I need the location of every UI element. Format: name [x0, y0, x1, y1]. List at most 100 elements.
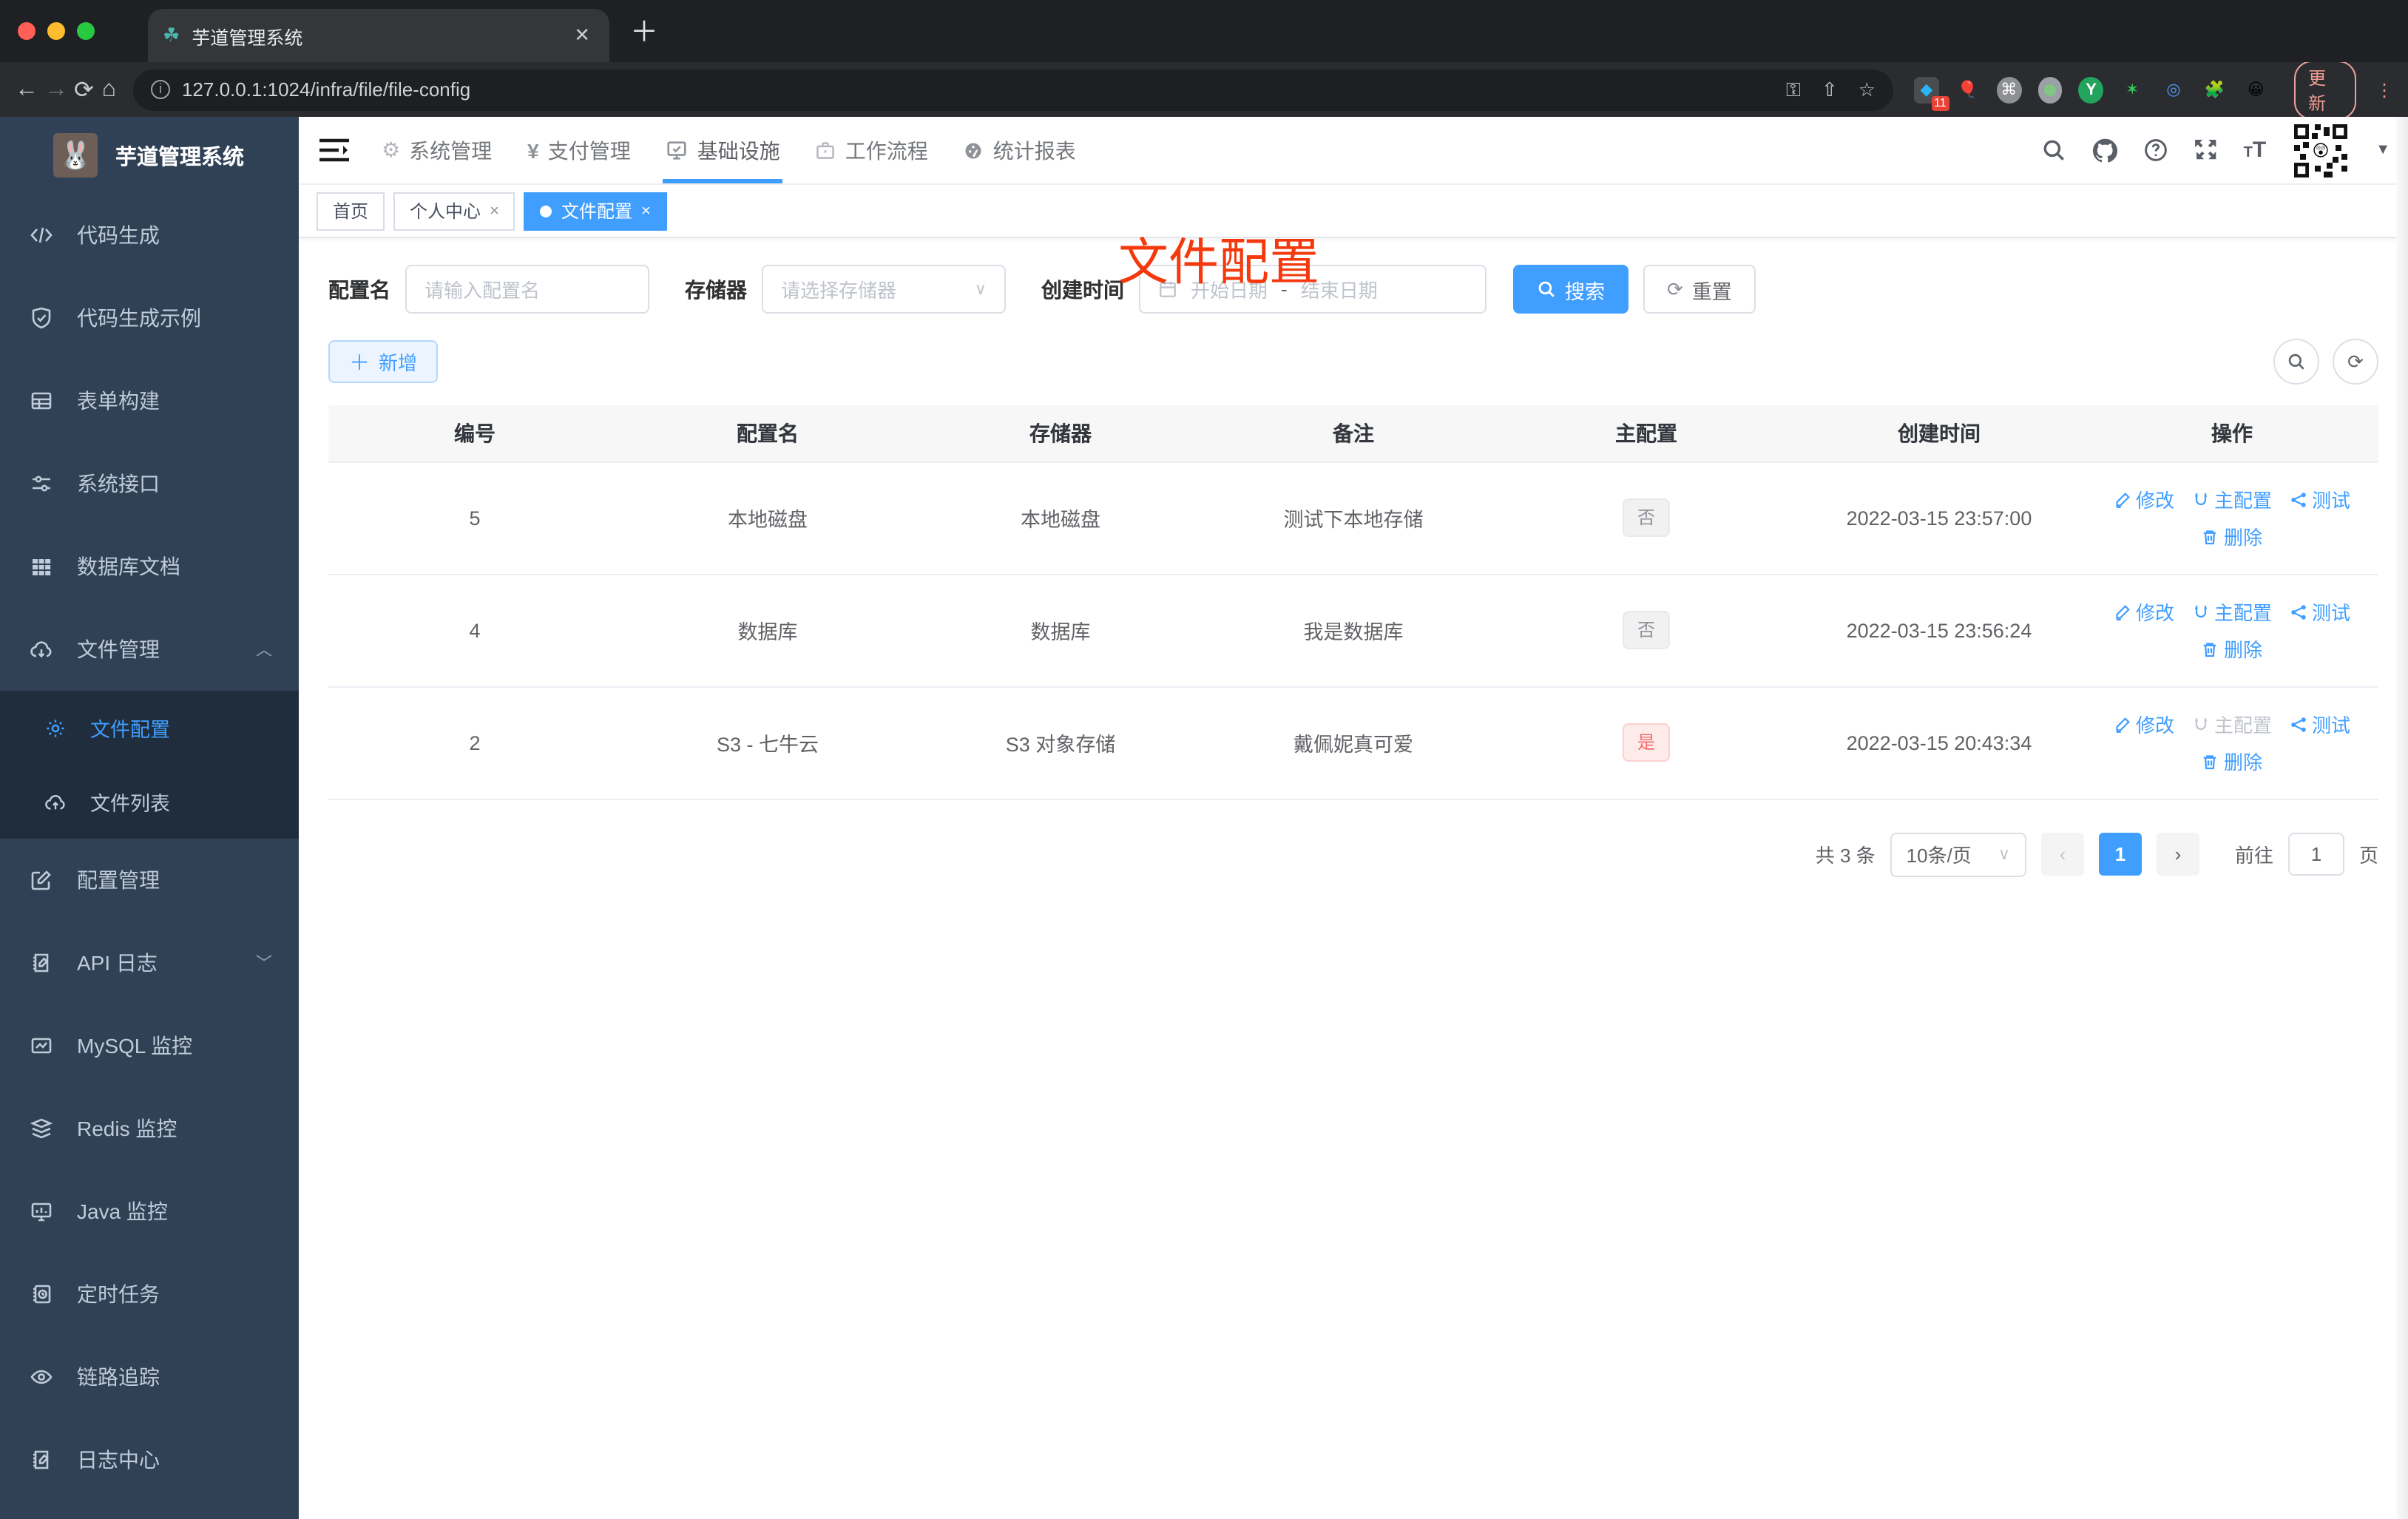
- sidebar-item-api-log[interactable]: API 日志 ﹀: [0, 921, 299, 1004]
- sidebar-item-log-center[interactable]: 日志中心: [0, 1418, 299, 1501]
- forward-icon[interactable]: →: [44, 76, 68, 103]
- reload-icon[interactable]: ⟳: [74, 75, 94, 104]
- nav-item-payment[interactable]: ¥ 支付管理: [510, 117, 649, 183]
- test-action[interactable]: 测试: [2290, 710, 2350, 738]
- sidebar-item-form-builder[interactable]: 表单构建: [0, 359, 299, 442]
- tag-close-icon[interactable]: ×: [641, 202, 651, 220]
- site-info-icon[interactable]: i: [150, 80, 170, 99]
- search-button[interactable]: 搜索: [1513, 265, 1629, 314]
- sidebar-item-code-gen[interactable]: 代码生成: [0, 194, 299, 277]
- tab-close-icon[interactable]: ✕: [569, 24, 595, 47]
- tag-file-config[interactable]: 文件配置 ×: [524, 192, 667, 230]
- reset-button[interactable]: ⟳ 重置: [1643, 265, 1756, 314]
- sidebar-item-java-monitor[interactable]: Java 监控: [0, 1170, 299, 1253]
- puzzle-extensions-icon[interactable]: 🧩: [2202, 76, 2228, 103]
- nav-item-workflow[interactable]: 工作流程: [798, 117, 946, 183]
- collapse-sidebar-icon[interactable]: [319, 138, 349, 163]
- fullscreen-icon[interactable]: [2194, 138, 2219, 163]
- goto-page-input[interactable]: 1: [2287, 833, 2344, 876]
- chart-box-icon: [31, 1038, 52, 1054]
- minimize-window-button[interactable]: [47, 22, 65, 40]
- browser-tab[interactable]: ☘ 芋道管理系统 ✕: [148, 9, 609, 62]
- edit-icon: [2116, 604, 2130, 620]
- page-number-1[interactable]: 1: [2098, 833, 2142, 876]
- bookmark-star-icon[interactable]: ☆: [1859, 78, 1876, 101]
- edit-action[interactable]: 修改: [2114, 710, 2174, 738]
- search-icon[interactable]: [2041, 138, 2066, 163]
- font-size-icon[interactable]: TT: [2244, 138, 2267, 163]
- nav-item-system[interactable]: ⚙ 系统管理: [364, 117, 510, 183]
- tag-profile[interactable]: 个人中心 ×: [393, 192, 515, 230]
- share-icon[interactable]: ⇧: [1822, 78, 1838, 101]
- sidebar-item-scheduled-tasks[interactable]: 定时任务: [0, 1253, 299, 1336]
- avatar[interactable]: 😲: [2291, 121, 2351, 180]
- sidebar-item-redis-monitor[interactable]: Redis 监控: [0, 1087, 299, 1170]
- storage-select[interactable]: 请选择存储器 ∨: [762, 265, 1006, 314]
- password-key-icon[interactable]: ⚿: [1786, 78, 1801, 101]
- sidebar-item-code-gen-demo[interactable]: 代码生成示例: [0, 277, 299, 359]
- sidebar-item-file-config[interactable]: 文件配置: [0, 691, 299, 765]
- extension-icon[interactable]: ✶: [2120, 76, 2145, 103]
- edit-action[interactable]: 修改: [2114, 485, 2174, 513]
- toggle-search-button[interactable]: [2273, 339, 2319, 385]
- prev-page-button[interactable]: ‹: [2040, 833, 2084, 876]
- zoom-window-button[interactable]: [77, 22, 95, 40]
- next-page-button[interactable]: ›: [2156, 833, 2199, 876]
- back-icon[interactable]: ←: [15, 76, 38, 103]
- github-icon[interactable]: [2091, 137, 2118, 163]
- date-range-picker[interactable]: 开始日期 - 结束日期: [1139, 265, 1487, 314]
- extension-icon[interactable]: ◆ 11: [1913, 76, 1949, 110]
- profile-avatar-icon[interactable]: 😀: [2243, 76, 2268, 103]
- close-window-button[interactable]: [18, 22, 35, 40]
- cell-remark: 测试下本地存储: [1207, 461, 1500, 575]
- new-tab-button[interactable]: ＋: [630, 10, 658, 50]
- refresh-table-button[interactable]: ⟳: [2333, 339, 2378, 385]
- master-config-action[interactable]: 主配置: [2192, 598, 2272, 626]
- sidebar-item-file-management[interactable]: 文件管理 ︿: [0, 608, 299, 691]
- table-header-row: 编号 配置名 存储器 备注 主配置 创建时间 操作: [328, 405, 2378, 462]
- grid-table-icon: [33, 559, 51, 575]
- scrollbar-track[interactable]: [2396, 117, 2408, 1519]
- app-logo[interactable]: 🐰 芋道管理系统: [0, 117, 299, 194]
- master-config-action[interactable]: 主配置: [2192, 485, 2272, 513]
- layers-icon: [30, 1118, 53, 1139]
- extension-icon[interactable]: ⌘: [1996, 76, 2022, 103]
- page-size-select[interactable]: 10条/页 ∨: [1890, 832, 2026, 876]
- sidebar-item-mysql-monitor[interactable]: MySQL 监控: [0, 1004, 299, 1087]
- traffic-lights[interactable]: [18, 0, 95, 62]
- browser-menu-icon[interactable]: ⋮: [2375, 79, 2393, 100]
- extension-icon[interactable]: 🎈: [1955, 76, 1981, 103]
- test-action[interactable]: 测试: [2290, 485, 2350, 513]
- tag-label: 首页: [333, 201, 369, 222]
- tag-close-icon[interactable]: ×: [490, 202, 499, 220]
- extension-icon[interactable]: [2037, 76, 2063, 103]
- url-text[interactable]: 127.0.0.1:1024/infra/file/file-config: [182, 78, 1774, 101]
- chevron-down-icon: ∨: [1998, 846, 2010, 864]
- add-button[interactable]: ＋ 新增: [328, 340, 439, 383]
- sidebar-item-tracing[interactable]: 链路追踪: [0, 1336, 299, 1418]
- nav-item-reports[interactable]: 统计报表: [946, 117, 1094, 183]
- address-bar[interactable]: i 127.0.0.1:1024/infra/file/file-config …: [132, 69, 1893, 110]
- calendar-icon: [1158, 280, 1177, 299]
- help-icon[interactable]: [2143, 138, 2168, 163]
- edit-action[interactable]: 修改: [2114, 598, 2174, 626]
- delete-action[interactable]: 删除: [2202, 522, 2262, 550]
- home-icon[interactable]: ⌂: [100, 76, 118, 103]
- nav-item-infrastructure[interactable]: 基础设施: [649, 117, 798, 183]
- tab-title: 芋道管理系统: [192, 27, 303, 48]
- sidebar-item-db-doc[interactable]: 数据库文档: [0, 525, 299, 608]
- sidebar-item-config-management[interactable]: 配置管理: [0, 839, 299, 921]
- config-name-input[interactable]: 请输入配置名: [405, 265, 649, 314]
- chevron-down-icon: ∨: [974, 281, 987, 299]
- sidebar-item-label: 数据库文档: [77, 555, 180, 578]
- extension-icon[interactable]: ◎: [2161, 76, 2186, 103]
- extension-icon[interactable]: Y: [2078, 76, 2104, 103]
- tag-home[interactable]: 首页: [317, 192, 385, 230]
- update-browser-button[interactable]: 更新: [2293, 60, 2357, 119]
- delete-action[interactable]: 删除: [2202, 635, 2262, 663]
- sidebar-item-file-list[interactable]: 文件列表: [0, 765, 299, 839]
- sidebar-item-system-api[interactable]: 系统接口: [0, 442, 299, 525]
- test-action[interactable]: 测试: [2290, 598, 2350, 626]
- avatar-caret-icon[interactable]: ▼: [2375, 142, 2390, 158]
- delete-action[interactable]: 删除: [2202, 747, 2262, 775]
